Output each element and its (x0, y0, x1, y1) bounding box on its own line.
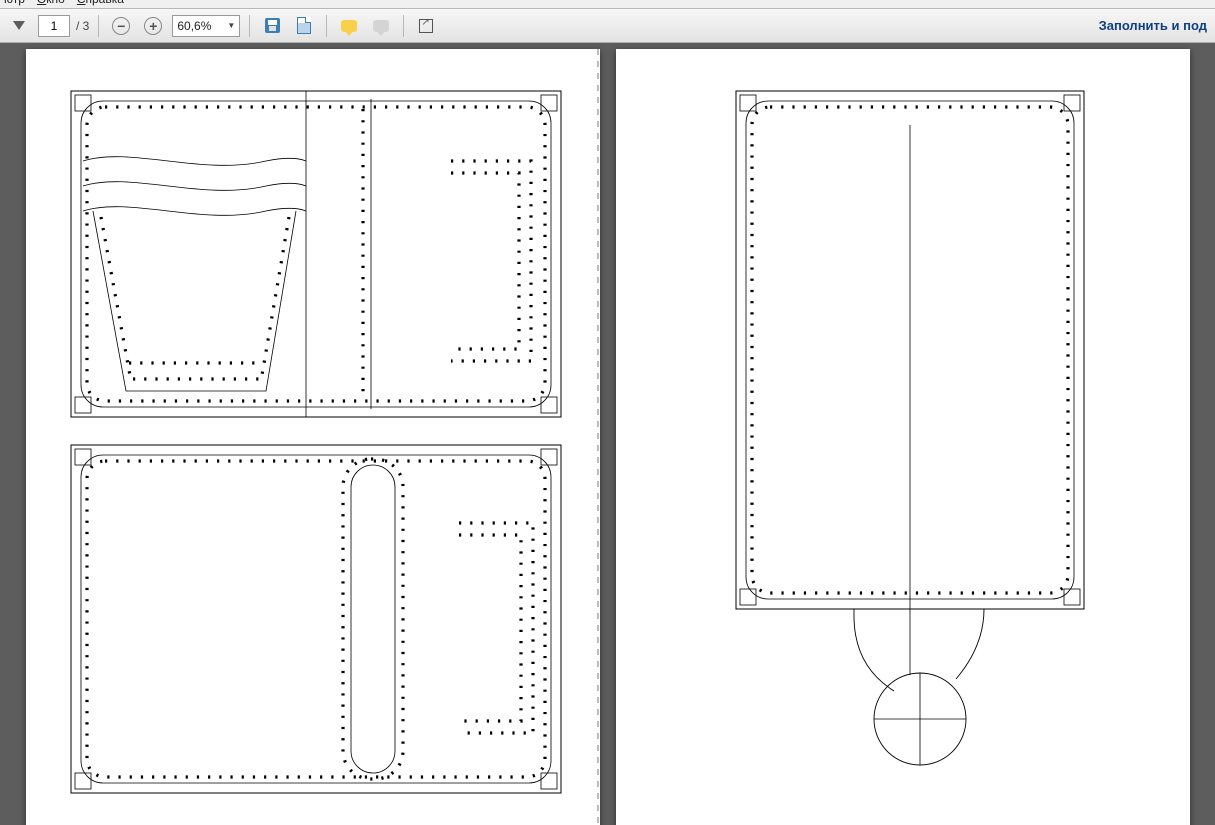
separator (403, 15, 404, 37)
menu-help[interactable]: Справка (77, 0, 124, 6)
menu-view[interactable]: ютр (4, 0, 25, 6)
speech-bubble-icon (341, 20, 357, 32)
fullscreen-button[interactable] (413, 13, 439, 39)
zoom-value: 60,6% (177, 19, 211, 33)
page-icon (297, 17, 311, 34)
next-page-button[interactable] (6, 13, 32, 39)
fill-and-sign-button[interactable]: Заполнить и под (1099, 18, 1209, 33)
dropdown-arrow-icon: ▼ (227, 21, 235, 30)
arrow-down-icon (13, 21, 25, 30)
separator (249, 15, 250, 37)
document-page-1 (26, 49, 600, 825)
save-icon (265, 18, 280, 33)
page-view-button[interactable] (291, 13, 317, 39)
comment-button[interactable] (336, 13, 362, 39)
plus-icon: + (144, 17, 162, 35)
fullscreen-icon (419, 19, 433, 33)
zoom-level-select[interactable]: 60,6% ▼ (172, 15, 240, 37)
separator (98, 15, 99, 37)
zoom-in-button[interactable]: + (140, 13, 166, 39)
toolbar: / 3 − + 60,6% ▼ Заполнить и под (0, 9, 1215, 43)
note-button[interactable] (368, 13, 394, 39)
zoom-out-button[interactable]: − (108, 13, 134, 39)
note-icon (373, 20, 389, 32)
document-page-2 (616, 49, 1190, 825)
page-number-input[interactable] (38, 15, 70, 37)
save-button[interactable] (259, 13, 285, 39)
page-total-label: / 3 (76, 19, 89, 33)
document-viewer[interactable] (0, 43, 1215, 825)
minus-icon: − (112, 17, 130, 35)
menu-window[interactable]: Окно (37, 0, 65, 6)
separator (326, 15, 327, 37)
menu-bar: ютр Окно Справка (0, 0, 1215, 9)
